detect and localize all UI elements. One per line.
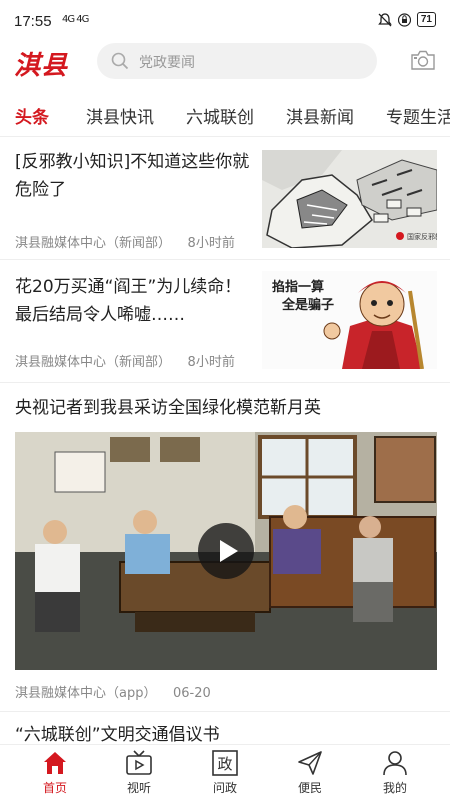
inquiry-icon: 政 <box>212 750 238 776</box>
network-indicator: 4G 4G <box>62 14 89 25</box>
nav-home[interactable]: 首页 <box>20 749 90 796</box>
thumbnail-caption: 全是骗子 <box>281 297 334 313</box>
tab-qixian-express[interactable]: 淇县快讯 <box>86 103 154 128</box>
nav-inquiry[interactable]: 政 问政 <box>190 749 260 796</box>
tab-headline[interactable]: 头条 <box>15 103 49 128</box>
news-source: 淇县融媒体中心（新闻部） <box>15 355 172 370</box>
nav-label: 我的 <box>382 781 407 795</box>
news-source: 淇县融媒体中心（app） <box>15 686 157 701</box>
nav-services[interactable]: 便民 <box>275 749 345 796</box>
status-right: 71 <box>378 12 436 27</box>
play-button[interactable] <box>198 523 254 579</box>
video-thumbnail[interactable] <box>15 432 437 670</box>
nav-label: 视听 <box>126 781 151 795</box>
search-placeholder: 党政要闻 <box>139 55 195 71</box>
home-icon <box>44 752 66 774</box>
news-item[interactable]: [反邪教小知识]不知道这些你就危险了 淇县融媒体中心（新闻部） 8小时前 国家反… <box>0 138 450 260</box>
user-icon <box>383 751 407 776</box>
news-title: 花20万买通“阎王”为儿续命！最后结局令人唏嘘…… <box>15 277 242 325</box>
status-time: 17:55 <box>14 13 52 30</box>
send-icon <box>298 751 322 775</box>
news-title: [反邪教小知识]不知道这些你就危险了 <box>15 152 250 200</box>
inquiry-glyph: 政 <box>217 755 232 773</box>
tab-six-cities[interactable]: 六城联创 <box>186 103 254 128</box>
news-meta: 淇县融媒体中心（app） 06-20 <box>15 682 211 701</box>
tv-icon <box>126 750 152 775</box>
news-title: 央视记者到我县采访全国绿化模范靳月英 <box>15 398 321 418</box>
nav-label: 首页 <box>42 781 67 795</box>
news-item[interactable]: 花20万买通“阎王”为儿续命！最后结局令人唏嘘…… 淇县融媒体中心（新闻部） 8… <box>0 261 450 383</box>
nav-av[interactable]: 视听 <box>104 749 174 796</box>
news-time: 8小时前 <box>187 355 235 370</box>
category-tabs: 头条 淇县快讯 六城联创 淇县新闻 专题生活 <box>0 93 450 137</box>
tab-qixian-news[interactable]: 淇县新闻 <box>286 103 354 128</box>
nav-profile[interactable]: 我的 <box>360 749 430 796</box>
thumbnail-caption: 掐指一算 <box>272 279 324 295</box>
nav-label: 便民 <box>297 781 322 795</box>
news-thumbnail: 国家反邪教网 <box>262 150 437 248</box>
app-logo: 淇县 <box>14 51 69 81</box>
tab-special-life[interactable]: 专题生活 <box>386 103 450 128</box>
news-feed: [反邪教小知识]不知道这些你就危险了 淇县融媒体中心（新闻部） 8小时前 国家反… <box>0 138 450 744</box>
search-bar[interactable]: 党政要闻 <box>97 43 377 79</box>
camera-icon[interactable] <box>410 48 436 72</box>
thumbnail-watermark: 国家反邪教网 <box>407 232 437 241</box>
status-bar: 17:55 4G 4G 71 <box>0 0 450 40</box>
news-source: 淇县融媒体中心（新闻部） <box>15 236 172 251</box>
news-time: 06-20 <box>173 686 211 701</box>
app-header: 淇县 党政要闻 <box>0 40 450 86</box>
news-item[interactable]: “六城联创”文明交通倡议书 <box>0 713 450 744</box>
video-news-item[interactable]: 央视记者到我县采访全国绿化模范靳月英 淇县融媒体中心（app） 06-20 <box>0 384 450 712</box>
lock-icon <box>397 12 411 27</box>
bottom-navigation: 首页 视听 政 问政 便民 我的 <box>0 744 450 800</box>
news-meta: 淇县融媒体中心（新闻部） 8小时前 <box>15 351 235 370</box>
news-meta: 淇县融媒体中心（新闻部） 8小时前 <box>15 232 235 251</box>
mute-bell-icon <box>378 12 392 26</box>
news-thumbnail: 掐指一算 全是骗子 <box>262 271 437 369</box>
nav-label: 问政 <box>212 781 237 795</box>
search-icon <box>111 52 129 70</box>
news-time: 8小时前 <box>187 236 235 251</box>
battery-indicator: 71 <box>416 12 436 27</box>
news-title: “六城联创”文明交通倡议书 <box>15 725 220 744</box>
cartoon-illustration: 国家反邪教网 <box>262 150 437 248</box>
fortune-teller-illustration: 掐指一算 全是骗子 <box>262 271 437 369</box>
